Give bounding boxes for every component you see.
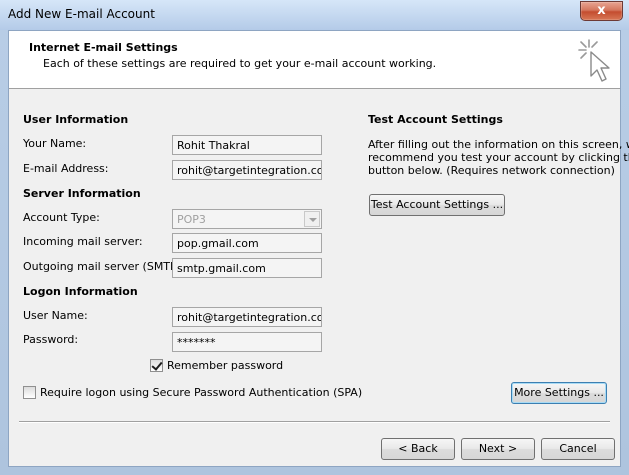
cancel-button[interactable]: Cancel: [541, 438, 615, 460]
back-button[interactable]: < Back: [381, 438, 455, 460]
test-settings-heading: Test Account Settings: [368, 113, 503, 126]
password-field[interactable]: *******: [172, 332, 322, 352]
window-title: Add New E-mail Account: [8, 7, 155, 21]
dialog-window: Add New E-mail Account x Internet E-mail…: [0, 0, 629, 475]
email-address-field[interactable]: rohit@targetintegration.com: [172, 160, 322, 180]
header-panel: Internet E-mail Settings Each of these s…: [9, 31, 620, 89]
close-icon: x: [597, 3, 606, 18]
header-title: Internet E-mail Settings: [29, 41, 178, 54]
user-name-label: User Name:: [23, 309, 88, 322]
user-name-field[interactable]: rohit@targetintegration.com: [172, 307, 322, 327]
account-type-label: Account Type:: [23, 211, 100, 224]
test-description-line-1: After filling out the information on thi…: [368, 138, 629, 151]
footer-divider: [19, 421, 610, 423]
account-type-value: POP3: [177, 213, 206, 226]
test-description-line-3: button below. (Requires network connecti…: [368, 164, 615, 177]
close-button[interactable]: x: [580, 1, 623, 21]
user-info-heading: User Information: [23, 113, 129, 126]
title-bar[interactable]: Add New E-mail Account x: [0, 0, 629, 30]
your-name-label: Your Name:: [23, 137, 87, 150]
email-address-label: E-mail Address:: [23, 162, 109, 175]
test-description-line-2: recommend you test your account by click…: [368, 151, 629, 164]
cursor-sparkle-icon: [578, 39, 610, 82]
logon-info-heading: Logon Information: [23, 285, 138, 298]
dialog-body: Internet E-mail Settings Each of these s…: [8, 30, 629, 467]
next-button[interactable]: Next >: [461, 438, 535, 460]
password-label: Password:: [23, 333, 79, 346]
incoming-server-label: Incoming mail server:: [23, 235, 143, 248]
chevron-down-icon: [304, 211, 320, 227]
more-settings-button[interactable]: More Settings ...: [511, 382, 607, 404]
spa-label[interactable]: Require logon using Secure Password Auth…: [40, 386, 362, 399]
account-type-select: POP3: [172, 209, 322, 229]
your-name-field[interactable]: Rohit Thakral: [172, 135, 322, 155]
outgoing-server-field[interactable]: smtp.gmail.com: [172, 258, 322, 278]
outgoing-server-label: Outgoing mail server (SMTP):: [23, 260, 185, 273]
test-account-settings-button[interactable]: Test Account Settings ...: [369, 194, 505, 216]
incoming-server-field[interactable]: pop.gmail.com: [172, 233, 322, 253]
remember-password-label[interactable]: Remember password: [167, 359, 283, 372]
server-info-heading: Server Information: [23, 187, 141, 200]
remember-password-checkbox[interactable]: [150, 359, 163, 372]
spa-checkbox[interactable]: [23, 386, 36, 399]
header-subtitle: Each of these settings are required to g…: [43, 57, 437, 70]
